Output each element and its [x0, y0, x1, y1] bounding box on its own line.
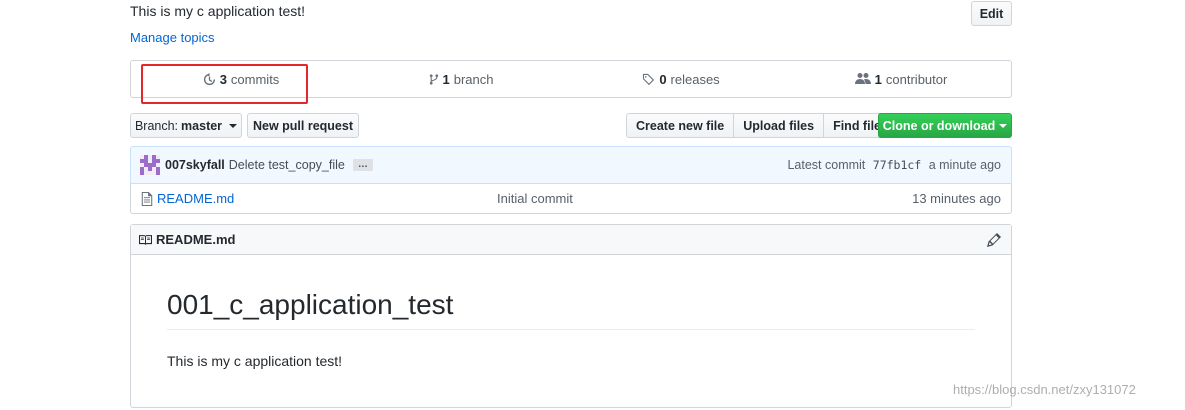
latest-commit-label: Latest commit [787, 158, 866, 172]
contributors-link[interactable]: 1 contributor [791, 61, 1011, 97]
tag-icon [643, 73, 655, 85]
readme-heading: 001_c_application_test [167, 289, 975, 330]
file-age: 13 minutes ago [912, 191, 1001, 206]
releases-label: releases [670, 71, 720, 87]
commit-tease: 007skyfall Delete test_copy_file … Lates… [130, 146, 1012, 184]
branch-prefix: Branch: [134, 118, 179, 133]
releases-count: 0 [659, 71, 667, 87]
new-pull-request-button[interactable]: New pull request [247, 113, 359, 138]
ellipsis-expander[interactable]: … [352, 159, 373, 171]
file-row: README.md Initial commit 13 minutes ago [130, 184, 1012, 214]
upload-files-button[interactable]: Upload files [734, 113, 825, 138]
branch-label: branch [453, 71, 494, 87]
contributor-label: contributor [885, 71, 948, 87]
people-icon [854, 73, 871, 84]
readme-box: README.md 001_c_application_test This is… [130, 224, 1012, 408]
branch-icon [429, 73, 438, 85]
latest-commit-info: Latest commit 77fb1cf a minute ago [787, 158, 1001, 172]
manage-topics-link[interactable]: Manage topics [130, 30, 215, 45]
file-icon [141, 191, 153, 206]
repo-description: This is my c application test! [130, 3, 306, 19]
commit-sha-link[interactable]: 77fb1cf [873, 158, 921, 172]
commit-message-link[interactable]: Delete test_copy_file [229, 158, 345, 172]
clone-label: Clone or download [882, 118, 996, 133]
caret-down-icon [999, 123, 1008, 128]
file-actions-group: Create new file Upload files Find file [626, 113, 891, 138]
readme-paragraph: This is my c application test! [167, 353, 343, 369]
file-name-link[interactable]: README.md [157, 191, 497, 206]
pencil-icon[interactable] [987, 232, 1001, 247]
clone-or-download-button[interactable]: Clone or download [878, 113, 1012, 138]
watermark: https://blog.csdn.net/zxy131072 [953, 382, 1136, 397]
book-icon [139, 234, 152, 245]
readme-title: README.md [156, 232, 236, 247]
readme-header: README.md [131, 225, 1011, 255]
avatar[interactable] [140, 155, 160, 175]
branch-select-button[interactable]: Branch: master [130, 113, 242, 138]
commits-highlight-box [141, 64, 308, 104]
edit-button[interactable]: Edit [971, 1, 1012, 26]
file-commit-message-link[interactable]: Initial commit [497, 191, 573, 206]
commit-age: a minute ago [928, 158, 1001, 172]
create-new-file-button[interactable]: Create new file [626, 113, 735, 138]
branch-name: master [181, 118, 223, 133]
branch-link[interactable]: 1 branch [351, 61, 571, 97]
releases-link[interactable]: 0 releases [571, 61, 791, 97]
contributor-count: 1 [874, 71, 882, 87]
caret-down-icon [229, 123, 238, 128]
branch-count: 1 [442, 71, 450, 87]
commit-author-link[interactable]: 007skyfall [165, 158, 225, 172]
